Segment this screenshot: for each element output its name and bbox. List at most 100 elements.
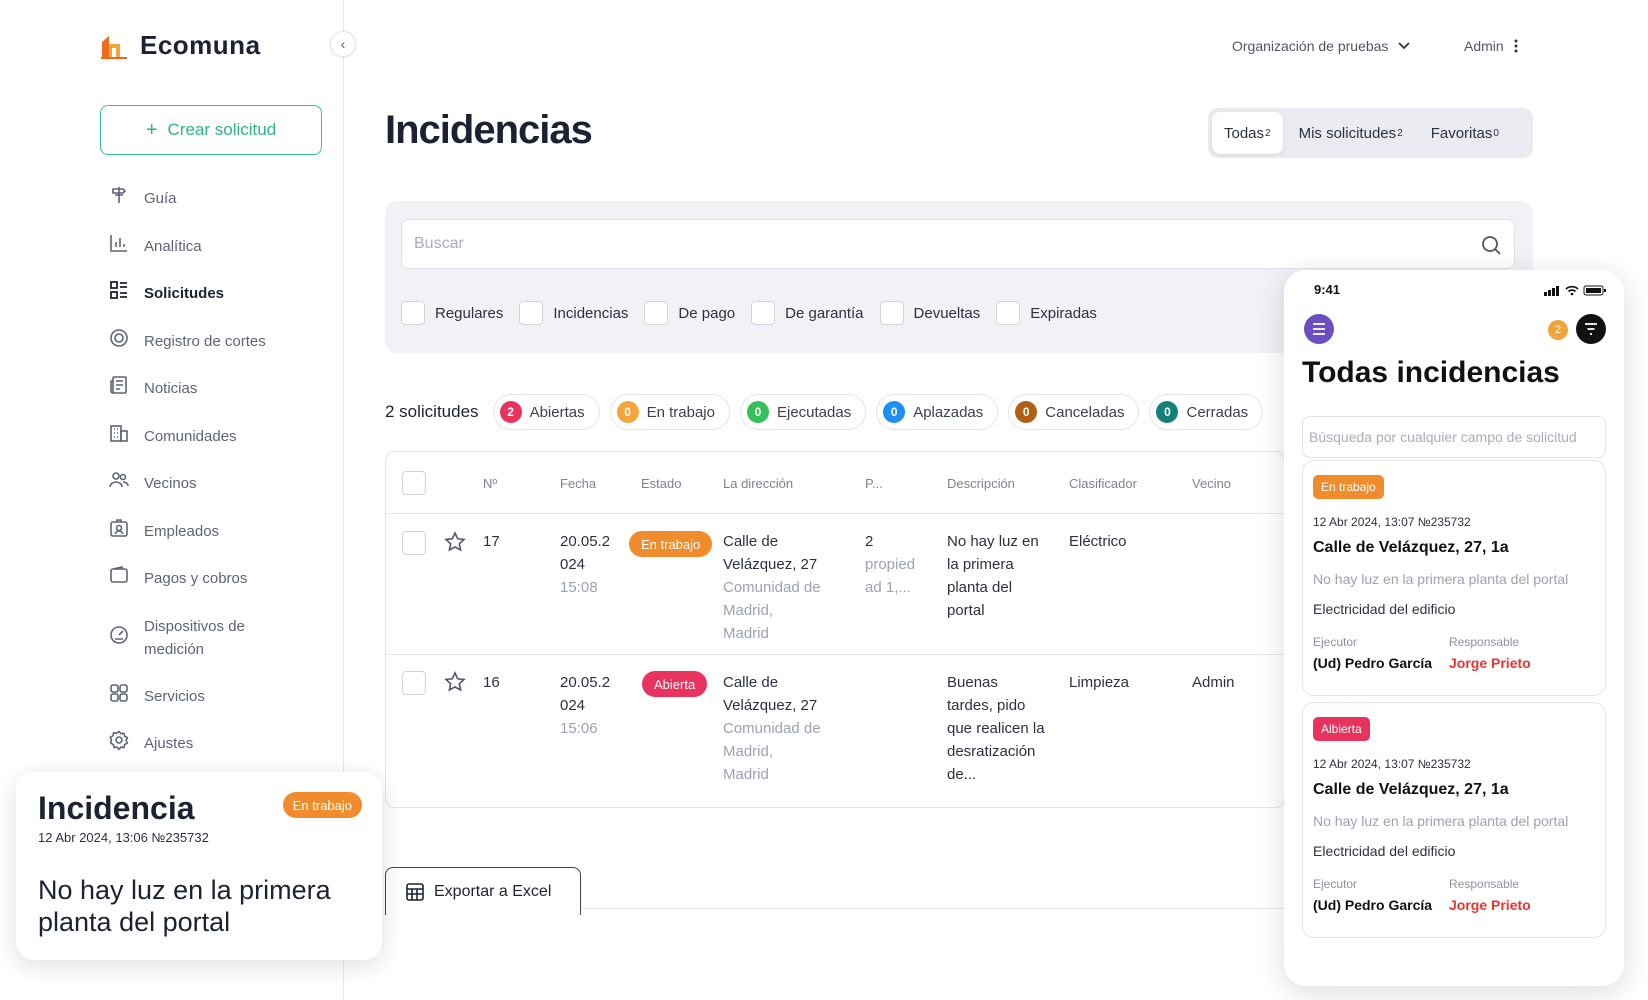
card-description: No hay luz en la primera planta del port… <box>1313 813 1569 829</box>
checkbox[interactable] <box>519 301 544 325</box>
col-header-num[interactable]: Nº <box>483 476 497 491</box>
filter-de-pago[interactable]: De pago <box>644 301 735 325</box>
checkbox[interactable] <box>644 301 669 325</box>
address-line: Calle de <box>723 533 779 550</box>
sidebar-item-analitica[interactable]: Analítica <box>108 232 328 280</box>
row-checkbox[interactable] <box>402 671 426 695</box>
filter-expiradas[interactable]: Expiradas <box>996 301 1097 325</box>
executor-name: (Ud) Pedro García <box>1313 897 1433 913</box>
users-icon <box>108 469 130 491</box>
tab-favoritas[interactable]: Favoritas 0 <box>1419 112 1511 154</box>
sidebar-item-label: Noticias <box>144 380 198 397</box>
description-line: No hay luz en <box>947 533 1039 550</box>
executor-label: Ejecutor <box>1313 877 1358 891</box>
status-label: Abiertas <box>529 403 585 421</box>
export-excel-button[interactable]: Exportar a Excel <box>385 867 581 915</box>
sidebar-item-servicios[interactable]: Servicios <box>108 682 328 730</box>
status-pill-canceladas[interactable]: 0 Canceladas <box>1008 394 1140 430</box>
sidebar-item-vecinos[interactable]: Vecinos <box>108 469 328 517</box>
gauge-icon <box>108 624 130 646</box>
checkbox[interactable] <box>401 301 425 325</box>
sidebar-item-noticias[interactable]: Noticias <box>108 374 328 422</box>
row-date: 20.05.2 024 15:06 <box>560 671 610 740</box>
date-part: 20.05.2 <box>560 533 611 550</box>
mobile-search-box <box>1302 416 1606 458</box>
col-header-descripcion[interactable]: Descripción <box>947 476 1015 491</box>
sidebar-item-solicitudes[interactable]: Solicitudes <box>108 279 328 327</box>
status-pill-cerradas[interactable]: 0 Cerradas <box>1149 394 1264 430</box>
sidebar-item-guia[interactable]: Guía <box>108 184 328 232</box>
sidebar-item-dispositivos[interactable]: Dispositivos de medición <box>108 612 328 682</box>
status-pill-abiertas[interactable]: 2 Abiertas <box>492 394 600 430</box>
description-line: Buenas <box>947 674 998 691</box>
filter-button[interactable] <box>1576 314 1606 344</box>
status-label: Canceladas <box>1045 403 1125 421</box>
menu-button[interactable] <box>1304 314 1334 344</box>
responsible-name: Jorge Prieto <box>1449 897 1531 913</box>
filter-incidencias[interactable]: Incidencias <box>519 301 628 325</box>
create-request-label: Crear solicitud <box>167 120 277 139</box>
col-header-p[interactable]: P... <box>865 476 883 491</box>
wallet-icon <box>108 564 130 586</box>
sidebar-item-comunidades[interactable]: Comunidades <box>108 422 328 470</box>
tab-mis-solicitudes[interactable]: Mis solicitudes 2 <box>1287 112 1415 154</box>
sidebar-item-registro-cortes[interactable]: Registro de cortes <box>108 327 328 375</box>
col-header-vecino[interactable]: Vecino <box>1192 476 1231 491</box>
mobile-request-card[interactable]: Albierta 12 Abr 2024, 13:07 №235732 Call… <box>1302 702 1606 938</box>
gear-icon <box>108 729 130 751</box>
menu-icon <box>1313 323 1325 335</box>
star-icon[interactable] <box>444 531 466 553</box>
logo[interactable]: Ecomuna <box>100 30 261 61</box>
collapse-sidebar-button[interactable]: ‹ <box>330 31 356 57</box>
col-header-direccion[interactable]: La dirección <box>723 476 793 491</box>
search-input[interactable] <box>402 220 1514 268</box>
sidebar-item-pagos[interactable]: Pagos y cobros <box>108 564 328 612</box>
cut-register-icon <box>108 327 130 349</box>
checkbox[interactable] <box>751 301 776 325</box>
sidebar-item-ajustes[interactable]: Ajustes <box>108 729 328 777</box>
card-address: Calle de Velázquez, 27, 1a <box>1313 539 1509 556</box>
star-icon[interactable] <box>444 671 466 693</box>
sidebar-item-label: Pagos y cobros <box>144 570 248 587</box>
filter-devueltas[interactable]: Devueltas <box>879 301 980 325</box>
card-description: No hay luz en la primera planta del port… <box>1313 571 1569 587</box>
checkbox[interactable] <box>879 301 904 325</box>
table-row[interactable]: 17 20.05.2 024 15:08 En trabajo Calle de… <box>386 514 1284 655</box>
status-pill-en-trabajo[interactable]: 0 En trabajo <box>609 394 730 430</box>
search-icon[interactable] <box>1480 234 1502 256</box>
tab-todas[interactable]: Todas 2 <box>1212 112 1283 154</box>
mobile-request-card[interactable]: En trabajo 12 Abr 2024, 13:07 №235732 Ca… <box>1302 460 1606 696</box>
description-line: desratización <box>947 743 1036 760</box>
status-count: 0 <box>1156 401 1179 423</box>
filter-de-garantia[interactable]: De garantía <box>751 301 864 325</box>
select-all-checkbox[interactable] <box>402 471 426 495</box>
checkbox[interactable] <box>996 301 1021 325</box>
notification-badge[interactable]: 2 <box>1548 320 1568 340</box>
row-description: Buenas tardes, pido que realicen la desr… <box>947 671 1045 786</box>
building-icon <box>108 422 130 444</box>
responsible-name: Jorge Prieto <box>1449 655 1531 671</box>
status-pill-ejecutadas[interactable]: 0 Ejecutadas <box>739 394 867 430</box>
executor-name: (Ud) Pedro García <box>1313 655 1433 671</box>
status-pill-aplazadas[interactable]: 0 Aplazadas <box>876 394 999 430</box>
type-filters: Regulares Incidencias De pago De garantí… <box>401 301 1097 325</box>
org-selector[interactable]: Organización de pruebas <box>1232 38 1411 54</box>
sidebar-item-label: Vecinos <box>144 475 197 492</box>
description-line: de... <box>947 766 977 783</box>
col-header-estado[interactable]: Estado <box>641 476 681 491</box>
sidebar-item-empleados[interactable]: Empleados <box>108 517 328 565</box>
incident-card[interactable]: Incidencia En trabajo 12 Abr 2024, 13:06… <box>16 772 382 960</box>
create-request-button[interactable]: + Crear solicitud <box>100 105 322 155</box>
table-row[interactable]: 16 20.05.2 024 15:06 Abierta Calle de Ve… <box>386 655 1284 807</box>
row-checkbox[interactable] <box>402 531 426 555</box>
user-menu[interactable]: Admin <box>1464 38 1518 54</box>
status-badge: En trabajo <box>1313 475 1384 499</box>
filter-regulares[interactable]: Regulares <box>401 301 503 325</box>
col-header-fecha[interactable]: Fecha <box>560 476 596 491</box>
status-label: Ejecutadas <box>776 403 852 421</box>
card-date: 12 Abr 2024, 13:07 №235732 <box>1313 515 1471 529</box>
date-part: 20.05.2 <box>560 674 611 691</box>
mobile-search-input[interactable] <box>1303 417 1605 457</box>
employee-icon <box>108 517 130 539</box>
col-header-clasificador[interactable]: Clasificador <box>1069 476 1137 491</box>
